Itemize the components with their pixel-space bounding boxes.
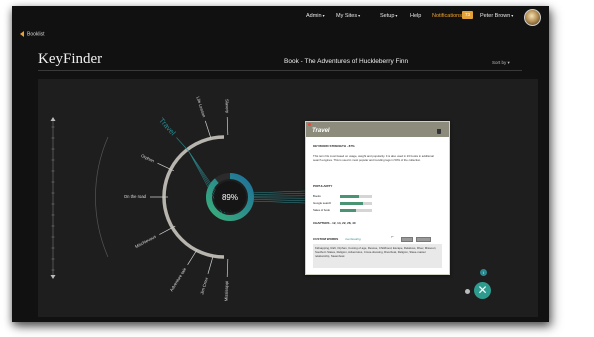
- nav-admin-label: Admin: [306, 13, 322, 19]
- keyword-strength-label: KEYWORD STRENGTH - 87%: [313, 144, 355, 148]
- chevron-down-icon: ▾: [358, 13, 361, 18]
- popularity-name: Google search: [313, 201, 332, 205]
- keyword-radial-chart: Mississippi Jim Crow Adventure tale Mischie…: [50, 96, 306, 301]
- keyword-strength-text: This term fits most based on usage, weig…: [313, 154, 434, 162]
- chevron-down-icon: ▾: [511, 13, 514, 18]
- custom-words-text: Kidnapping, Raft, Orphan, Coming of age,…: [315, 246, 437, 258]
- slider-up-icon[interactable]: [50, 117, 56, 121]
- keyword-connections: [250, 190, 306, 204]
- popularity-bar: [340, 208, 372, 212]
- nav-user-label: Peter Brown: [480, 13, 511, 19]
- page-title: Book - The Adventures of Huckleberry Fin…: [284, 58, 409, 65]
- custom-words-field[interactable]: Kidnapping, Raft, Orphan, Coming of age,…: [313, 244, 442, 268]
- chevron-down-icon: ▾: [395, 13, 398, 18]
- trash-icon[interactable]: [437, 129, 441, 134]
- keyword-label[interactable]: Orphan: [140, 153, 155, 164]
- notification-count-badge[interactable]: 73: [462, 11, 473, 19]
- popularity-name: Sales of book: [313, 208, 330, 212]
- custom-words-label: CUSTOM WORDS: [313, 237, 339, 241]
- connection-line: [250, 200, 306, 204]
- keyword-label[interactable]: Life Lesson: [195, 96, 207, 119]
- brand-title: KeyFinder: [38, 51, 103, 67]
- undo-icon[interactable]: ↶: [391, 235, 393, 239]
- nav-setup-label: Setup: [380, 13, 395, 19]
- chevron-down-icon: ▾: [322, 13, 325, 18]
- nav-help[interactable]: Help: [410, 13, 421, 19]
- avatar[interactable]: [524, 9, 541, 26]
- keyword-label[interactable]: Slavery: [224, 99, 230, 114]
- connection-line: [250, 193, 306, 195]
- dot-icon[interactable]: [465, 289, 470, 294]
- app-window: Admin▾ My Sites▾ Setup▾ Help Notificatio…: [12, 6, 549, 322]
- header-divider: [38, 70, 522, 71]
- nav-setup[interactable]: Setup▾: [380, 13, 397, 19]
- card-header: Travel: [306, 122, 449, 137]
- keyword-label[interactable]: Mississippi: [223, 281, 229, 301]
- keyword-label[interactable]: Mischievous: [134, 234, 157, 249]
- keyword-label[interactable]: Jim Crow: [199, 276, 209, 295]
- keyword-label[interactable]: On the road: [124, 194, 147, 199]
- chevron-down-icon: ▾: [507, 60, 510, 65]
- nav-help-label: Help: [410, 13, 422, 19]
- nav-my-sites[interactable]: My Sites▾: [336, 13, 360, 19]
- popularity-bar-fill: [340, 201, 364, 205]
- chapters-label: CHAPTERS - 12, 14, 22, 28, 40: [313, 221, 356, 225]
- keyword-detail-card[interactable]: Travel KEYWORD STRENGTH - 87% This term …: [305, 121, 450, 275]
- info-icon[interactable]: i: [480, 269, 487, 276]
- popularity-bar: [340, 201, 372, 205]
- keyword-ray: [226, 258, 229, 277]
- back-to-booklist-link[interactable]: Booklist: [20, 31, 45, 37]
- connection-line: [250, 199, 306, 201]
- custom-word-tag[interactable]: riverboating: [345, 237, 361, 241]
- nav-user-menu[interactable]: Peter Brown▾: [480, 13, 513, 19]
- left-arrow-icon: [20, 31, 24, 37]
- keyword-ray: [187, 249, 198, 266]
- popularity-bar-fill: [340, 194, 360, 198]
- keyword-ray: [176, 137, 189, 152]
- top-navigation: Admin▾ My Sites▾ Setup▾ Help Notificatio…: [12, 6, 549, 28]
- nav-admin[interactable]: Admin▾: [306, 13, 325, 19]
- slider-down-icon[interactable]: [50, 275, 56, 279]
- sort-by-label: Sort by: [492, 60, 507, 65]
- gauge-value: 89%: [222, 193, 238, 202]
- keyword-ray: [226, 117, 229, 136]
- popularity-bar: [340, 194, 372, 198]
- sort-by-dropdown[interactable]: Sort by ▾: [492, 60, 510, 66]
- add-word-button[interactable]: [401, 237, 413, 242]
- connection-line: [250, 190, 306, 194]
- nav-my-sites-label: My Sites: [336, 13, 358, 19]
- back-link-label: Booklist: [27, 31, 45, 38]
- nav-notifications-label: Notifications: [432, 13, 462, 19]
- popularity-label: POPULARITY: [313, 184, 333, 188]
- keyword-label[interactable]: Travel: [157, 116, 178, 138]
- keyword-ray: [207, 256, 214, 274]
- popularity-bar-fill: [340, 208, 356, 212]
- keyword-visualization-panel: Mississippi Jim Crow Adventure tale Mischie…: [38, 79, 538, 317]
- outer-guide-arc: [95, 136, 109, 258]
- keyword-label[interactable]: Adventure tale: [169, 266, 188, 292]
- close-x-icon[interactable]: ✕: [474, 282, 491, 299]
- nav-notifications[interactable]: Notifications: [432, 13, 462, 19]
- card-title: Travel: [312, 128, 330, 134]
- save-words-button[interactable]: [416, 237, 431, 242]
- keyword-ray: [204, 120, 212, 139]
- popularity-name: Books: [313, 194, 321, 198]
- close-icon[interactable]: [308, 123, 311, 126]
